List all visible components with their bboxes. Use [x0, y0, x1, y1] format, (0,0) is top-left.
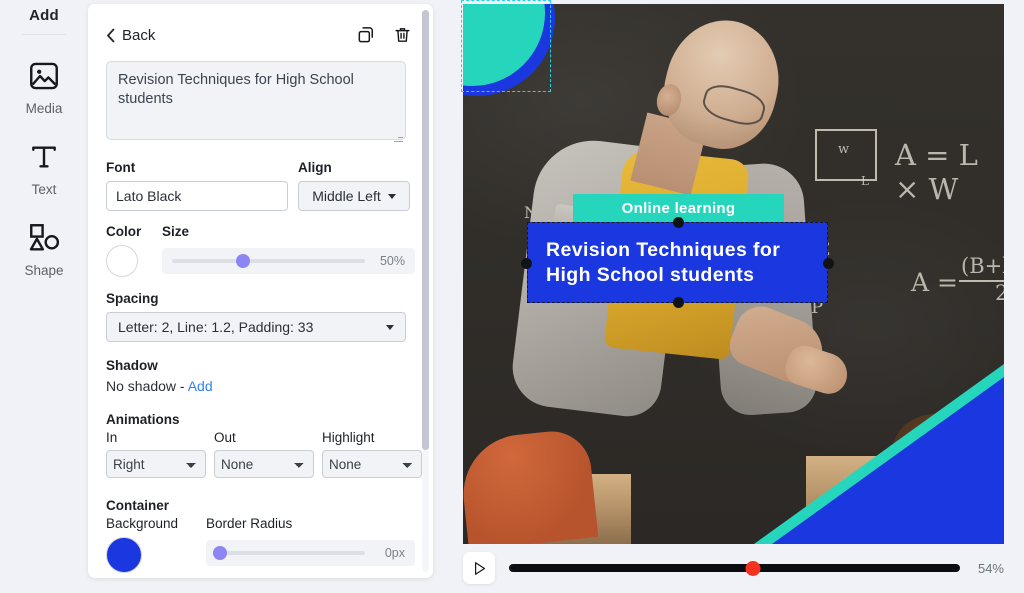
size-slider-thumb[interactable]	[236, 254, 251, 268]
playback-bar: 54%	[463, 550, 1004, 586]
timeline-track[interactable]	[509, 564, 960, 572]
border-radius-field: Border Radius 0px	[206, 516, 415, 573]
font-align-row: Font Align Middle Left	[106, 160, 415, 211]
spacing-label: Spacing	[106, 291, 159, 306]
shadow-field: Shadow No shadow - Add	[106, 358, 415, 394]
font-label: Font	[106, 160, 136, 175]
container-row: Background Border Radius 0px	[106, 516, 415, 573]
chalk-formula-2-numerator: (B+b)×h	[961, 254, 1004, 278]
chalk-formula-2-denominator: 2	[995, 281, 1004, 305]
chevron-left-icon	[107, 28, 115, 42]
align-value: Middle Left	[312, 188, 381, 204]
size-label: Size	[162, 224, 190, 239]
chalk-label-l: L	[861, 174, 869, 188]
spacing-field: Spacing Letter: 2, Line: 1.2, Padding: 3…	[106, 291, 415, 342]
background-label: Background	[106, 516, 179, 531]
sidebar-item-label: Shape	[24, 263, 64, 278]
animation-in-label: In	[106, 430, 118, 445]
corner-triangle-blue	[772, 377, 1004, 544]
container-label: Container	[106, 498, 170, 513]
sidebar-item-text[interactable]: Text	[4, 138, 84, 197]
animation-highlight-select[interactable]: None	[322, 450, 422, 478]
font-input[interactable]	[106, 181, 288, 211]
chalk-formula-2-lead: A =	[911, 268, 958, 297]
selected-text-content: Revision Techniques for High School stud…	[546, 238, 781, 286]
editor-root: Add Media Text Shape Back Revision Techn…	[0, 0, 1024, 593]
panel-header: Back	[106, 20, 415, 50]
corner-shape-bottom-right	[754, 364, 1004, 544]
shadow-add-link[interactable]: Add	[188, 378, 213, 394]
align-label: Align	[298, 160, 332, 175]
duplicate-icon[interactable]	[353, 22, 379, 48]
add-sidebar: Add Media Text Shape	[0, 0, 88, 593]
text-properties-panel: Back Revision Techniques for High School…	[88, 4, 433, 578]
back-label: Back	[122, 26, 156, 44]
canvas-stage: w A = L × W E P A = (B+b)×h 2 M h N L	[461, 0, 1004, 544]
sidebar-item-label: Media	[25, 101, 63, 116]
color-field: Color	[106, 224, 162, 277]
timeline-playhead[interactable]	[745, 560, 761, 576]
chevron-down-icon	[387, 193, 396, 199]
text-content-input[interactable]: Revision Techniques for High School stud…	[106, 61, 406, 140]
animation-in-select[interactable]: Right	[106, 450, 206, 478]
text-color-swatch[interactable]	[106, 245, 138, 277]
playback-percent-label: 54%	[977, 560, 1004, 576]
border-radius-label: Border Radius	[206, 516, 293, 531]
spacing-dropdown[interactable]: Letter: 2, Line: 1.2, Padding: 33	[106, 312, 406, 342]
chalk-formula-1: A = L × W	[895, 138, 978, 206]
animation-highlight-field: Highlight None	[322, 430, 422, 478]
border-radius-thumb[interactable]	[213, 546, 228, 560]
border-radius-value: 0px	[384, 546, 405, 560]
size-slider-track[interactable]	[172, 254, 365, 268]
animation-out-field: Out None	[214, 430, 314, 478]
animations-section: Animations In Right Out None Highlight N…	[106, 412, 422, 478]
sidebar-item-shape[interactable]: Shape	[4, 219, 84, 278]
animation-highlight-label: Highlight	[322, 430, 375, 445]
background-field: Background	[106, 516, 206, 573]
size-field: Size 50%	[162, 224, 415, 277]
shapes-icon	[25, 219, 63, 257]
sidebar-title: Add	[29, 7, 59, 24]
image-icon	[25, 57, 63, 95]
resize-handle-right[interactable]	[823, 258, 834, 269]
play-icon	[474, 561, 485, 575]
resize-handle-bottom[interactable]	[673, 297, 684, 308]
selected-text-box[interactable]: Revision Techniques for High School stud…	[521, 217, 834, 308]
animations-label: Animations	[106, 412, 180, 427]
animation-in-field: In Right	[106, 430, 206, 478]
sidebar-item-label: Text	[31, 182, 57, 197]
back-button[interactable]: Back	[106, 27, 155, 44]
border-radius-slider-wrap: 0px	[206, 540, 415, 566]
background-color-swatch[interactable]	[106, 537, 142, 573]
shape-selection-outline	[461, 0, 551, 92]
font-field: Font	[106, 160, 292, 211]
align-field: Align Middle Left	[298, 160, 410, 211]
chevron-down-icon	[386, 324, 394, 330]
size-value: 50%	[379, 254, 405, 268]
sidebar-divider	[22, 34, 66, 35]
animations-row: In Right Out None Highlight None	[106, 430, 422, 478]
text-t-icon	[25, 138, 63, 176]
color-label: Color	[106, 224, 142, 239]
align-dropdown[interactable]: Middle Left	[298, 181, 410, 211]
panel-scrollbar[interactable]	[422, 10, 429, 572]
resize-handle-left[interactable]	[521, 258, 532, 269]
panel-scrollbar-thumb[interactable]	[422, 10, 429, 450]
text-content-wrap: Revision Techniques for High School stud…	[106, 50, 406, 145]
trash-icon[interactable]	[389, 22, 415, 48]
container-section: Container Background Border Radius 0px	[106, 498, 415, 573]
border-radius-track[interactable]	[213, 546, 365, 560]
timeline-scrubber[interactable]	[509, 558, 960, 578]
animation-out-label: Out	[214, 430, 236, 445]
sidebar-item-media[interactable]: Media	[4, 57, 84, 116]
shadow-label: Shadow	[106, 358, 158, 373]
shadow-status-row: No shadow - Add	[106, 378, 415, 394]
size-slider-wrap: 50%	[162, 248, 415, 274]
animation-out-select[interactable]: None	[214, 450, 314, 478]
spacing-value: Letter: 2, Line: 1.2, Padding: 33	[118, 319, 314, 335]
color-size-row: Color Size 50%	[106, 224, 415, 277]
resize-handle-top[interactable]	[673, 217, 684, 228]
play-button[interactable]	[463, 552, 495, 584]
shadow-status: No shadow -	[106, 378, 188, 394]
